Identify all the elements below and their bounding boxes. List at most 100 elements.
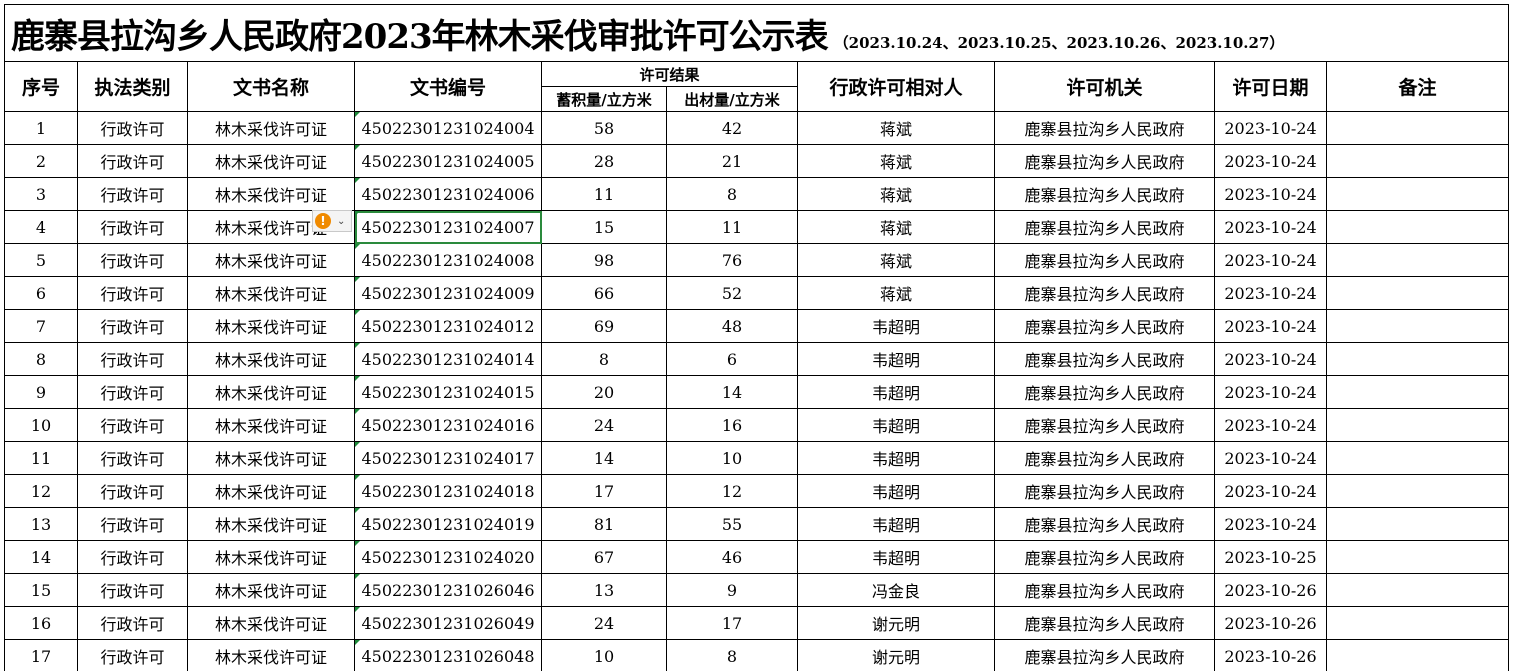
cell-document-number[interactable]: 45022301231024016 <box>354 408 542 442</box>
cell-stock-volume[interactable]: 24 <box>541 606 667 640</box>
cell-index[interactable]: 15 <box>4 573 78 607</box>
cell-stock-volume[interactable]: 81 <box>541 507 667 541</box>
cell-remarks[interactable] <box>1325 441 1510 475</box>
cell-counterpart[interactable]: 蒋斌 <box>797 111 995 145</box>
cell-authority[interactable]: 鹿寨县拉沟乡人民政府 <box>994 540 1215 574</box>
cell-enforcement-type[interactable]: 行政许可 <box>77 606 188 640</box>
header-document-number[interactable]: 文书编号 <box>354 61 542 112</box>
cell-authority[interactable]: 鹿寨县拉沟乡人民政府 <box>994 573 1215 607</box>
cell-permit-date[interactable]: 2023-10-24 <box>1214 177 1327 211</box>
cell-authority[interactable]: 鹿寨县拉沟乡人民政府 <box>994 606 1215 640</box>
cell-enforcement-type[interactable]: 行政许可 <box>77 144 188 178</box>
cell-permit-date[interactable]: 2023-10-26 <box>1214 606 1327 640</box>
cell-stock-volume[interactable]: 8 <box>541 342 667 376</box>
cell-document-number[interactable]: 45022301231024020 <box>354 540 542 574</box>
cell-document-name[interactable]: 林木采伐许可证 <box>187 111 355 145</box>
cell-index[interactable]: 1 <box>4 111 78 145</box>
cell-remarks[interactable] <box>1325 177 1510 211</box>
cell-enforcement-type[interactable]: 行政许可 <box>77 111 188 145</box>
cell-authority[interactable]: 鹿寨县拉沟乡人民政府 <box>994 441 1215 475</box>
cell-document-number[interactable]: 45022301231024019 <box>354 507 542 541</box>
cell-document-name[interactable]: 林木采伐许可证 <box>187 408 355 442</box>
cell-enforcement-type[interactable]: 行政许可 <box>77 243 188 277</box>
cell-permit-date[interactable]: 2023-10-24 <box>1214 342 1327 376</box>
cell-output-volume[interactable]: 48 <box>666 309 798 343</box>
cell-document-name[interactable]: 林木采伐许可证 <box>187 144 355 178</box>
cell-counterpart[interactable]: 韦超明 <box>797 441 995 475</box>
cell-permit-date[interactable]: 2023-10-24 <box>1214 243 1327 277</box>
error-check-button[interactable]: ! ⌄ <box>312 210 352 232</box>
cell-enforcement-type[interactable]: 行政许可 <box>77 276 188 310</box>
cell-stock-volume[interactable]: 66 <box>541 276 667 310</box>
cell-document-name[interactable]: 林木采伐许可证 <box>187 540 355 574</box>
cell-enforcement-type[interactable]: 行政许可 <box>77 474 188 508</box>
cell-document-number[interactable]: 45022301231024006 <box>354 177 542 211</box>
header-authority[interactable]: 许可机关 <box>994 61 1215 112</box>
cell-authority[interactable]: 鹿寨县拉沟乡人民政府 <box>994 111 1215 145</box>
header-counterpart[interactable]: 行政许可相对人 <box>797 61 995 112</box>
cell-index[interactable]: 4 <box>4 210 78 244</box>
cell-stock-volume[interactable]: 13 <box>541 573 667 607</box>
cell-stock-volume[interactable]: 15 <box>541 210 667 244</box>
cell-document-name[interactable]: 林木采伐许可证 <box>187 573 355 607</box>
cell-authority[interactable]: 鹿寨县拉沟乡人民政府 <box>994 375 1215 409</box>
cell-document-name[interactable]: 林木采伐许可证 <box>187 375 355 409</box>
cell-remarks[interactable] <box>1325 243 1510 277</box>
title-cell[interactable]: 鹿寨县拉沟乡人民政府2023年林木采伐审批许可公示表 （2023.10.24、20… <box>3 4 1510 62</box>
cell-authority[interactable]: 鹿寨县拉沟乡人民政府 <box>994 474 1215 508</box>
cell-output-volume[interactable]: 9 <box>666 573 798 607</box>
cell-document-number[interactable]: 45022301231024009 <box>354 276 542 310</box>
cell-document-number[interactable]: 45022301231024005 <box>354 144 542 178</box>
cell-document-name[interactable]: 林木采伐许可证 <box>187 639 355 671</box>
cell-index[interactable]: 6 <box>4 276 78 310</box>
cell-output-volume[interactable]: 55 <box>666 507 798 541</box>
cell-remarks[interactable] <box>1325 408 1510 442</box>
cell-output-volume[interactable]: 10 <box>666 441 798 475</box>
cell-counterpart[interactable]: 蒋斌 <box>797 210 995 244</box>
cell-output-volume[interactable]: 6 <box>666 342 798 376</box>
cell-index[interactable]: 8 <box>4 342 78 376</box>
cell-document-number[interactable]: 45022301231024018 <box>354 474 542 508</box>
cell-remarks[interactable] <box>1325 573 1510 607</box>
cell-output-volume[interactable]: 14 <box>666 375 798 409</box>
cell-document-name[interactable]: 林木采伐许可证 <box>187 507 355 541</box>
cell-output-volume[interactable]: 12 <box>666 474 798 508</box>
cell-stock-volume[interactable]: 69 <box>541 309 667 343</box>
cell-permit-date[interactable]: 2023-10-26 <box>1214 639 1327 671</box>
cell-output-volume[interactable]: 17 <box>666 606 798 640</box>
cell-document-name[interactable]: 林木采伐许可证 <box>187 474 355 508</box>
cell-enforcement-type[interactable]: 行政许可 <box>77 177 188 211</box>
cell-permit-date[interactable]: 2023-10-24 <box>1214 408 1327 442</box>
cell-index[interactable]: 7 <box>4 309 78 343</box>
header-stock-volume[interactable]: 蓄积量/立方米 <box>541 86 667 112</box>
cell-output-volume[interactable]: 21 <box>666 144 798 178</box>
cell-authority[interactable]: 鹿寨县拉沟乡人民政府 <box>994 507 1215 541</box>
cell-document-name[interactable]: 林木采伐许可证 <box>187 441 355 475</box>
cell-document-number[interactable]: 45022301231024004 <box>354 111 542 145</box>
cell-stock-volume[interactable]: 20 <box>541 375 667 409</box>
cell-stock-volume[interactable]: 28 <box>541 144 667 178</box>
cell-index[interactable]: 16 <box>4 606 78 640</box>
cell-remarks[interactable] <box>1325 276 1510 310</box>
cell-document-number[interactable]: 45022301231026046 <box>354 573 542 607</box>
cell-counterpart[interactable]: 谢元明 <box>797 639 995 671</box>
header-index[interactable]: 序号 <box>4 61 78 112</box>
header-enforcement-type[interactable]: 执法类别 <box>77 61 188 112</box>
cell-enforcement-type[interactable]: 行政许可 <box>77 210 188 244</box>
cell-document-number[interactable]: 45022301231024012 <box>354 309 542 343</box>
cell-counterpart[interactable]: 谢元明 <box>797 606 995 640</box>
cell-enforcement-type[interactable]: 行政许可 <box>77 507 188 541</box>
cell-stock-volume[interactable]: 17 <box>541 474 667 508</box>
cell-output-volume[interactable]: 8 <box>666 639 798 671</box>
cell-index[interactable]: 2 <box>4 144 78 178</box>
cell-enforcement-type[interactable]: 行政许可 <box>77 573 188 607</box>
header-output-volume[interactable]: 出材量/立方米 <box>666 86 798 112</box>
cell-document-name[interactable]: 林木采伐许可证 <box>187 276 355 310</box>
cell-output-volume[interactable]: 16 <box>666 408 798 442</box>
header-permit-date[interactable]: 许可日期 <box>1214 61 1327 112</box>
cell-permit-date[interactable]: 2023-10-25 <box>1214 540 1327 574</box>
cell-counterpart[interactable]: 韦超明 <box>797 342 995 376</box>
cell-stock-volume[interactable]: 24 <box>541 408 667 442</box>
cell-remarks[interactable] <box>1325 375 1510 409</box>
cell-enforcement-type[interactable]: 行政许可 <box>77 309 188 343</box>
